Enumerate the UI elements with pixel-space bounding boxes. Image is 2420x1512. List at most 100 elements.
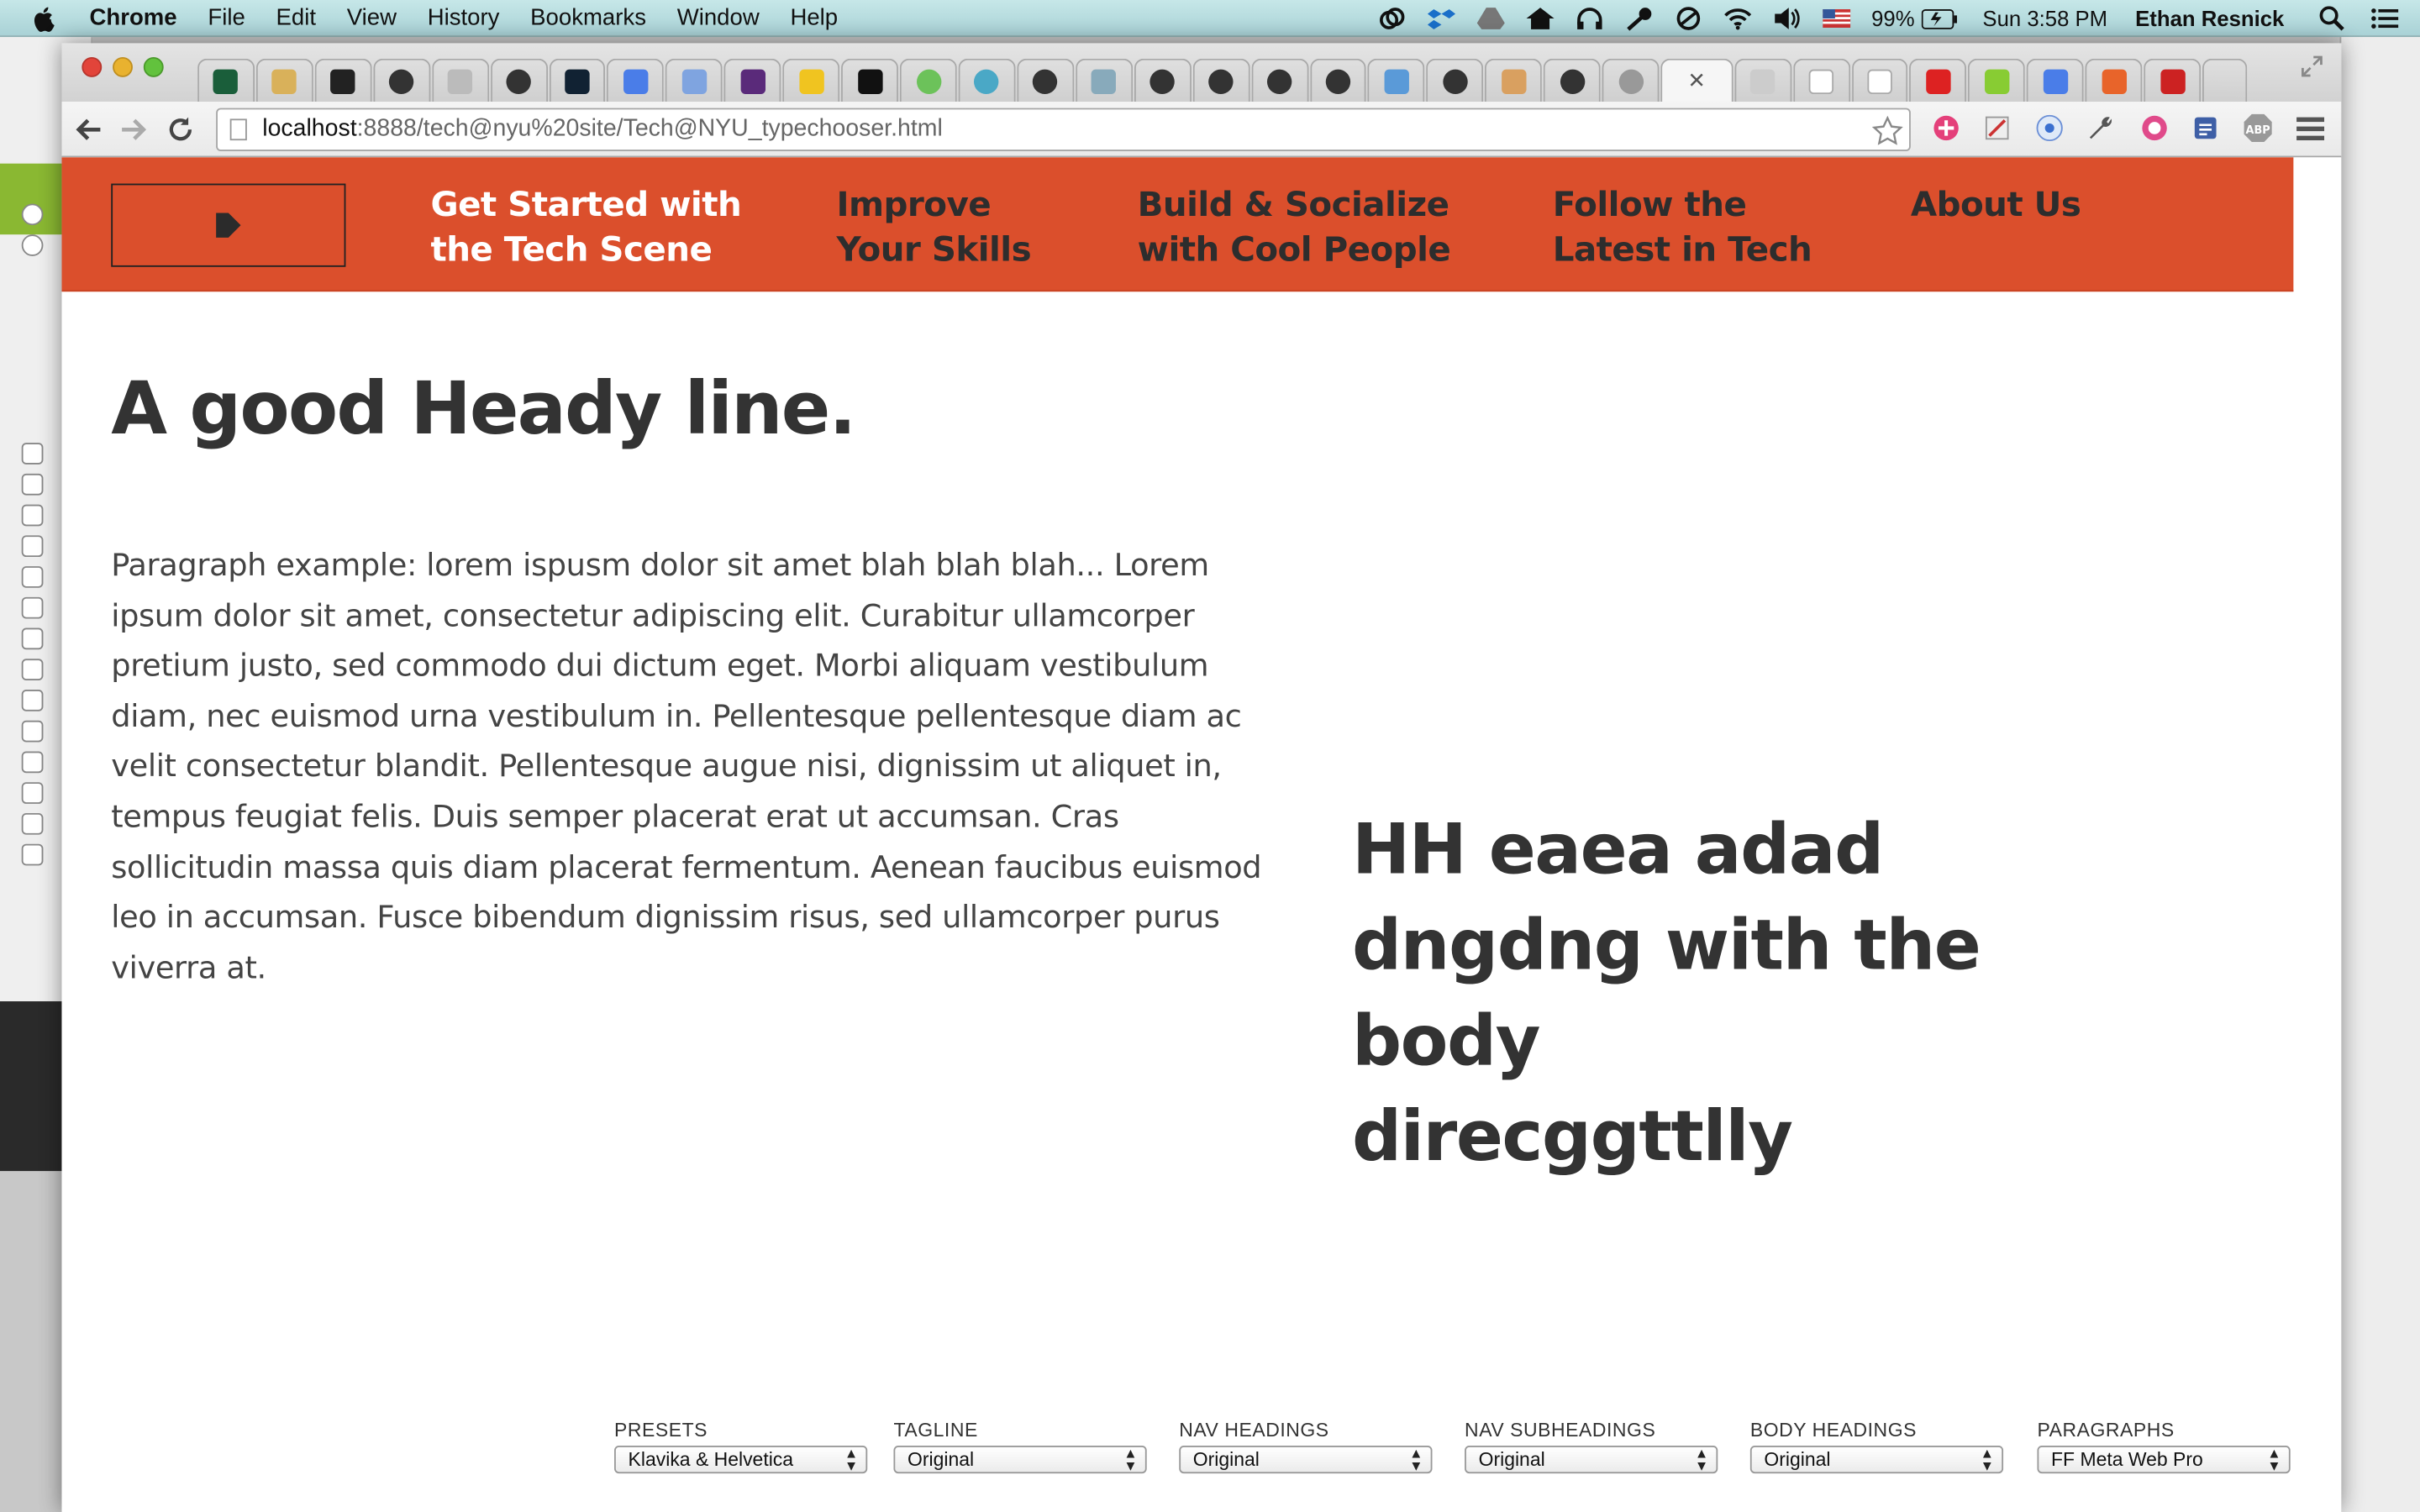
- bookmark-star-icon[interactable]: [1871, 115, 1903, 147]
- tab[interactable]: [1426, 58, 1484, 102]
- presets-control: PRESETS Klavika & Helvetica ▲ ▼: [614, 1419, 868, 1474]
- tab[interactable]: [1544, 58, 1601, 102]
- tab[interactable]: [431, 58, 489, 102]
- tab[interactable]: [666, 58, 723, 102]
- adblock-icon[interactable]: ABP: [2241, 111, 2275, 144]
- nav-about-us[interactable]: About Us: [1911, 184, 2081, 228]
- site-logo[interactable]: [111, 183, 346, 267]
- menu-window[interactable]: Window: [677, 5, 760, 31]
- tab[interactable]: [197, 58, 255, 102]
- tab[interactable]: [1792, 58, 1850, 102]
- new-tab-button[interactable]: [2202, 58, 2248, 102]
- page-icon: [1808, 68, 1834, 94]
- extension-target-icon[interactable]: [2033, 111, 2066, 144]
- tagline-select[interactable]: Original ▲ ▼: [893, 1446, 1147, 1474]
- tab[interactable]: [2027, 58, 2084, 102]
- fullscreen-icon[interactable]: [2302, 55, 2323, 77]
- tab[interactable]: [1602, 58, 1660, 102]
- menu-history[interactable]: History: [428, 5, 500, 31]
- nav-headings-select[interactable]: Original ▲ ▼: [1179, 1446, 1433, 1474]
- tab[interactable]: [373, 58, 430, 102]
- tab-active[interactable]: ✕: [1660, 58, 1733, 102]
- wrench-icon[interactable]: [2084, 111, 2118, 144]
- extension-pink-icon[interactable]: [2138, 111, 2171, 144]
- tab[interactable]: [1909, 58, 1967, 102]
- tab[interactable]: [1192, 58, 1250, 102]
- presets-label: PRESETS: [614, 1419, 708, 1441]
- tab[interactable]: [1368, 58, 1425, 102]
- nav-get-started[interactable]: Get Started with the Tech Scene: [430, 184, 741, 274]
- menu-view[interactable]: View: [347, 5, 397, 31]
- tab-favicon: [857, 68, 882, 94]
- tab[interactable]: [255, 58, 313, 102]
- close-window-button[interactable]: [82, 56, 103, 77]
- wifi-icon[interactable]: [1723, 6, 1751, 30]
- tab[interactable]: [607, 58, 665, 102]
- menu-edit[interactable]: Edit: [276, 5, 316, 31]
- tab[interactable]: [490, 58, 548, 102]
- nav-improve-skills[interactable]: Improve Your Skills: [837, 184, 1032, 274]
- tab[interactable]: [841, 58, 899, 102]
- tab[interactable]: [899, 58, 957, 102]
- tab[interactable]: [723, 58, 781, 102]
- volume-icon[interactable]: [1773, 6, 1801, 30]
- reload-button[interactable]: [160, 108, 201, 149]
- nav-subheadings-select[interactable]: Original ▲ ▼: [1465, 1446, 1718, 1474]
- tab[interactable]: [782, 58, 840, 102]
- tab[interactable]: [2144, 58, 2202, 102]
- nav-get-started-line1: Get Started with: [430, 186, 742, 226]
- creative-cloud-icon[interactable]: [1377, 6, 1405, 30]
- tab[interactable]: [1075, 58, 1133, 102]
- background-checkbox: [21, 659, 44, 680]
- extension-plus-icon[interactable]: [1929, 111, 1963, 144]
- forward-button[interactable]: [114, 108, 155, 149]
- tab[interactable]: [314, 58, 372, 102]
- tab[interactable]: [958, 58, 1016, 102]
- tab[interactable]: [1250, 58, 1308, 102]
- dropbox-icon[interactable]: [1427, 6, 1455, 30]
- menu-help[interactable]: Help: [790, 5, 838, 31]
- title-bar: ✕: [61, 43, 2342, 102]
- zoom-window-button[interactable]: [143, 56, 164, 77]
- drive-icon[interactable]: [1476, 6, 1504, 30]
- chrome-menu-icon[interactable]: [2293, 111, 2327, 144]
- address-bar[interactable]: localhost:8888/tech@nyu%20site/Tech@NYU_…: [216, 108, 1911, 151]
- notification-center-icon[interactable]: [2370, 6, 2399, 30]
- tab[interactable]: [1851, 58, 1908, 102]
- extension-doc-icon[interactable]: [2188, 111, 2222, 144]
- minimize-window-button[interactable]: [113, 56, 133, 77]
- tab[interactable]: [2085, 58, 2143, 102]
- headphones-icon[interactable]: [1575, 6, 1602, 30]
- extension-icon[interactable]: [1981, 111, 2014, 144]
- battery-icon[interactable]: [1920, 8, 1958, 29]
- tab[interactable]: [1968, 58, 2026, 102]
- background-checkbox: [21, 535, 44, 558]
- battery-percent[interactable]: 99%: [1871, 6, 1914, 30]
- tab-strip: ✕: [197, 52, 2249, 102]
- menu-bookmarks[interactable]: Bookmarks: [530, 5, 646, 31]
- key-icon[interactable]: [1624, 6, 1652, 31]
- spotlight-search-icon[interactable]: [2318, 6, 2346, 31]
- home-icon[interactable]: [1525, 6, 1554, 30]
- tab[interactable]: [1485, 58, 1543, 102]
- apple-icon[interactable]: [31, 4, 59, 32]
- clock[interactable]: Sun 3:58 PM: [1982, 6, 2107, 30]
- tab[interactable]: [1017, 58, 1075, 102]
- github-icon: [1150, 68, 1176, 94]
- back-button[interactable]: [68, 108, 108, 149]
- us-flag-icon[interactable]: [1822, 9, 1850, 29]
- menu-file[interactable]: File: [208, 5, 245, 31]
- presets-select[interactable]: Klavika & Helvetica ▲ ▼: [614, 1446, 868, 1474]
- sync-icon[interactable]: [1674, 6, 1702, 30]
- tab[interactable]: [549, 58, 606, 102]
- tab[interactable]: [1733, 58, 1791, 102]
- menu-app-name[interactable]: Chrome: [90, 5, 177, 31]
- paragraphs-select[interactable]: FF Meta Web Pro ▲ ▼: [2037, 1446, 2291, 1474]
- body-headings-select[interactable]: Original ▲ ▼: [1749, 1446, 2004, 1474]
- nav-follow-latest[interactable]: Follow the Latest in Tech: [1553, 184, 1812, 274]
- user-name[interactable]: Ethan Resnick: [2135, 6, 2284, 30]
- tab[interactable]: [1309, 58, 1367, 102]
- nav-build-socialize[interactable]: Build & Socialize with Cool People: [1138, 184, 1451, 274]
- tab[interactable]: [1134, 58, 1192, 102]
- close-tab-icon[interactable]: ✕: [1687, 68, 1706, 94]
